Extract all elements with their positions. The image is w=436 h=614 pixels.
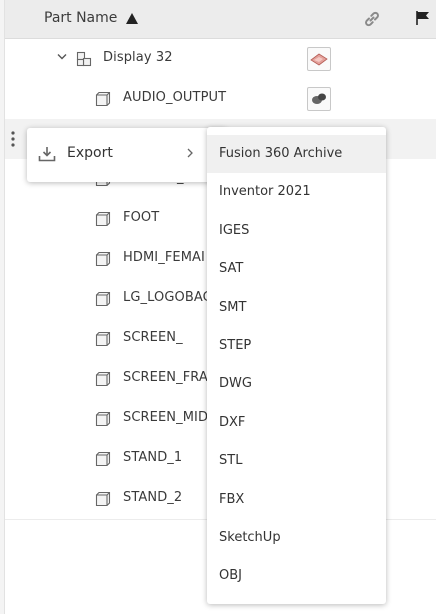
export-format-item[interactable]: STEP	[207, 327, 386, 365]
part-cube-icon	[95, 371, 111, 387]
export-format-label: Fusion 360 Archive	[219, 146, 343, 161]
part-cube-icon	[95, 411, 111, 427]
part-cube-icon	[95, 331, 111, 347]
sort-ascending-icon[interactable]	[126, 13, 138, 24]
thumbnail-audio-output	[307, 87, 331, 111]
export-format-item[interactable]: SAT	[207, 250, 386, 288]
part-cube-icon	[95, 451, 111, 467]
export-format-item[interactable]: Fusion 360 Archive	[207, 135, 386, 173]
tree-row-label: SCREEN_	[123, 330, 183, 345]
tree-row-label: STAND_2	[123, 490, 183, 505]
tree-row[interactable]: AUDIO_OUTPUT	[5, 79, 436, 120]
part-cube-icon	[95, 211, 111, 227]
part-cube-icon	[95, 91, 111, 107]
link-icon[interactable]	[363, 10, 381, 28]
export-format-label: DWG	[219, 376, 252, 391]
part-cube-icon	[95, 291, 111, 307]
part-cube-icon	[95, 251, 111, 267]
column-header: Part Name	[5, 0, 436, 39]
export-format-label: FBX	[219, 492, 245, 507]
export-format-item[interactable]: SketchUp	[207, 519, 386, 557]
export-format-item[interactable]: STL	[207, 442, 386, 480]
tree-row-label: Display 32	[103, 50, 173, 65]
tree-row-label: LG_LOGOBAC	[123, 290, 212, 305]
export-format-item[interactable]: FBX	[207, 481, 386, 519]
download-icon	[38, 147, 56, 162]
export-format-item[interactable]: DWG	[207, 365, 386, 403]
export-menu-item[interactable]: Export	[27, 134, 227, 174]
export-format-item[interactable]: Inventor 2021	[207, 173, 386, 211]
part-name-column-title[interactable]: Part Name	[44, 10, 117, 26]
assembly-icon	[76, 51, 92, 67]
export-format-label: STL	[219, 453, 243, 468]
export-format-label: Inventor 2021	[219, 184, 311, 199]
part-cube-icon	[95, 491, 111, 507]
context-menu: Export	[27, 128, 227, 182]
tree-row-label: SCREEN_MID	[123, 410, 209, 425]
export-format-item[interactable]: IGES	[207, 212, 386, 250]
chevron-down-icon[interactable]	[57, 53, 67, 61]
export-label: Export	[67, 145, 113, 161]
export-format-label: STEP	[219, 338, 252, 353]
export-format-label: SketchUp	[219, 530, 281, 545]
export-format-item[interactable]: OBJ	[207, 557, 386, 595]
thumbnail-display	[307, 47, 331, 71]
tree-row-label: FOOT	[123, 210, 160, 225]
export-format-label: DXF	[219, 415, 246, 430]
kebab-menu-icon[interactable]	[11, 131, 15, 147]
export-submenu: Fusion 360 Archive Inventor 2021 IGES SA…	[207, 127, 386, 604]
export-format-item[interactable]: DXF	[207, 404, 386, 442]
tree-row-parent[interactable]: Display 32	[5, 39, 436, 80]
tree-row-label: STAND_1	[123, 450, 183, 465]
export-format-label: OBJ	[219, 568, 242, 583]
export-format-label: IGES	[219, 223, 250, 238]
export-format-label: SMT	[219, 300, 247, 315]
flag-icon[interactable]	[415, 10, 431, 26]
export-format-item[interactable]: SMT	[207, 289, 386, 327]
tree-row-label: AUDIO_OUTPUT	[123, 90, 227, 105]
export-format-label: SAT	[219, 261, 244, 276]
tree-row-label: SCREEN_FRA	[123, 370, 208, 385]
tree-row-label: HDMI_FEMAI	[123, 250, 205, 265]
chevron-right-icon	[187, 148, 193, 158]
